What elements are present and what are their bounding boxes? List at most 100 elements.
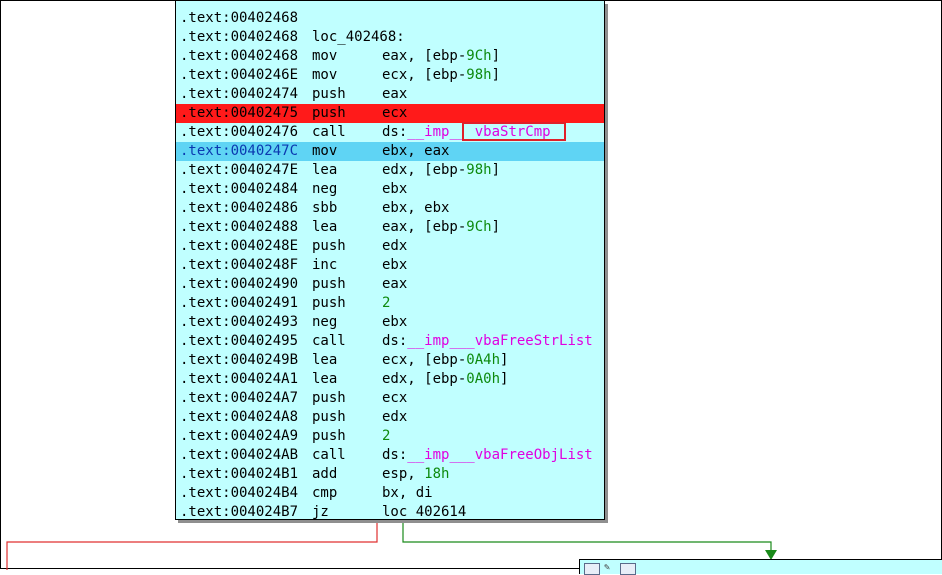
operand-text: eax: [382, 86, 408, 102]
import-symbol[interactable]: __imp___vbaFreeObjList: [407, 447, 592, 463]
instruction-operands: ecx, [ebp-0A4h]: [382, 351, 508, 370]
operand-text: ds:: [382, 124, 408, 140]
disasm-line[interactable]: .text:00402468 loc_402468:: [176, 28, 604, 47]
instruction-mnemonic: lea: [312, 352, 338, 368]
node-color-icon[interactable]: [584, 563, 600, 575]
instruction-address: .text:004024A9: [180, 428, 299, 444]
instruction-mnemonic: push: [312, 86, 346, 102]
graph-window-icon[interactable]: [620, 563, 636, 575]
instruction-address: .text:0040247C: [180, 143, 299, 159]
instruction-address: .text:0040246E: [180, 67, 299, 83]
instruction-address: .text:00402468: [180, 29, 299, 45]
disassembly-listing: .text:00402468 .text:00402468 loc_402468:.…: [176, 9, 604, 519]
disasm-line[interactable]: .text:004024A9 push 2: [176, 427, 604, 446]
operand-text: edx, [ebp-: [382, 162, 467, 178]
current-instruction-line[interactable]: .text:0040247C mov ebx, eax: [176, 142, 604, 161]
disasm-line[interactable]: .text:0040248E push edx: [176, 237, 604, 256]
instruction-mnemonic: lea: [312, 219, 338, 235]
instruction-address: .text:004024A7: [180, 390, 299, 406]
instruction-address: .text:0040249B: [180, 352, 299, 368]
instruction-address: .text:00402493: [180, 314, 299, 330]
instruction-operands: ebx: [382, 180, 407, 199]
instruction-operands: eax: [382, 85, 407, 104]
instruction-address: .text:004024A1: [180, 371, 299, 387]
disasm-line[interactable]: .text:00402474 push eax: [176, 85, 604, 104]
instruction-mnemonic: add: [312, 466, 338, 482]
instruction-mnemonic: neg: [312, 181, 338, 197]
instruction-operands: ds:__imp___vbaFreeObjList: [382, 446, 593, 465]
disasm-line[interactable]: .text:0040249B lea ecx, [ebp-0A4h]: [176, 351, 604, 370]
operand-text: ebx: [382, 181, 408, 197]
instruction-operands: 2: [382, 294, 390, 313]
disasm-line[interactable]: .text:00402486 sbb ebx, ebx: [176, 199, 604, 218]
disasm-line[interactable]: .text:004024A7 push ecx: [176, 389, 604, 408]
instruction-mnemonic: sbb: [312, 200, 338, 216]
operand-text: ]: [491, 162, 501, 178]
operand-text: eax, [ebp-: [382, 219, 467, 235]
disasm-line[interactable]: .text:004024AB call ds:__imp___vbaFreeObjL…: [176, 446, 604, 465]
disasm-line[interactable]: .text:004024B7 jz loc_402614: [176, 503, 604, 519]
instruction-address: .text:00402484: [180, 181, 299, 197]
instruction-address: .text:004024AB: [180, 447, 299, 463]
instruction-mnemonic: call: [312, 333, 346, 349]
operand-text: ebx, eax: [382, 143, 450, 159]
instruction-operands: eax: [382, 275, 407, 294]
operand-text: ]: [491, 219, 501, 235]
disasm-line[interactable]: .text:004024A8 push edx: [176, 408, 604, 427]
disasm-line[interactable]: .text:00402468 mov eax, [ebp-9Ch]: [176, 47, 604, 66]
disasm-line[interactable]: .text:00402476 call ds:__imp___vbaStrCmp: [176, 122, 604, 142]
numeric-operand: 2: [382, 428, 391, 444]
operand-text: eax, [ebp-: [382, 48, 467, 64]
disasm-line[interactable]: .text:00402491 push 2: [176, 294, 604, 313]
instruction-address: .text:00402475: [180, 105, 299, 121]
disasm-line[interactable]: .text:004024B4 cmp bx, di: [176, 484, 604, 503]
disasm-line[interactable]: .text:0040246E mov ecx, [ebp-98h]: [176, 66, 604, 85]
instruction-mnemonic: push: [312, 428, 346, 444]
graph-view[interactable]: .text:00402468 .text:00402468 loc_402468:.…: [0, 0, 942, 575]
breakpoint-line[interactable]: .text:00402475 push ecx: [176, 104, 604, 123]
numeric-operand: 9Ch: [466, 219, 492, 235]
operand-text: esp,: [382, 466, 425, 482]
instruction-mnemonic: mov: [312, 67, 338, 83]
operand-text: ds:: [382, 333, 408, 349]
instruction-address: .text:00402468: [180, 48, 299, 64]
operand-text: ebx, ebx: [382, 200, 450, 216]
numeric-operand: 0A4h: [466, 352, 501, 368]
operand-text: ]: [500, 352, 509, 368]
disasm-line[interactable]: .text:00402488 lea eax, [ebp-9Ch]: [176, 218, 604, 237]
instruction-address: .text:00402486: [180, 200, 299, 216]
instruction-operands: ebx, ebx: [382, 199, 449, 218]
operand-text: ]: [491, 67, 501, 83]
instruction-operands: eax, [ebp-9Ch]: [382, 47, 500, 66]
disasm-line[interactable]: .text:00402490 push eax: [176, 275, 604, 294]
next-code-block-node[interactable]: ✎: [579, 559, 942, 575]
instruction-operands: ds:__imp___vbaFreeStrList: [382, 332, 593, 351]
operand-text: edx: [382, 409, 408, 425]
disasm-line[interactable]: .text:0040248F inc ebx: [176, 256, 604, 275]
instruction-operands: ecx: [382, 389, 407, 408]
instruction-mnemonic: neg: [312, 314, 338, 330]
operand-text: ]: [491, 48, 501, 64]
import-symbol[interactable]: __imp___vbaFreeStrList: [407, 333, 592, 349]
disasm-line[interactable]: .text:00402468: [176, 9, 604, 28]
disasm-line[interactable]: .text:0040247E lea edx, [ebp-98h]: [176, 161, 604, 180]
instruction-address: .text:004024A8: [180, 409, 299, 425]
instruction-operands: ebx: [382, 313, 407, 332]
instruction-mnemonic: lea: [312, 371, 338, 387]
disasm-line[interactable]: .text:00402493 neg ebx: [176, 313, 604, 332]
instruction-operands: loc_402614: [382, 503, 466, 519]
disasm-line[interactable]: .text:00402495 call ds:__imp___vbaFreeStrL…: [176, 332, 604, 351]
operand-text: ecx, [ebp-: [382, 67, 467, 83]
instruction-mnemonic: push: [312, 295, 346, 311]
instruction-mnemonic: push: [312, 238, 346, 254]
disasm-line[interactable]: .text:004024B1 add esp, 18h: [176, 465, 604, 484]
code-label[interactable]: loc_402468:: [312, 28, 405, 47]
operand-text: ebx: [382, 257, 408, 273]
code-block-node[interactable]: .text:00402468 .text:00402468 loc_402468:.…: [175, 1, 605, 520]
operand-text: ]: [500, 371, 509, 387]
disasm-line[interactable]: .text:004024A1 lea edx, [ebp-0A0h]: [176, 370, 604, 389]
instruction-operands: 2: [382, 427, 390, 446]
instruction-mnemonic: cmp: [312, 485, 338, 501]
pencil-icon[interactable]: ✎: [604, 563, 618, 573]
disasm-line[interactable]: .text:00402484 neg ebx: [176, 180, 604, 199]
